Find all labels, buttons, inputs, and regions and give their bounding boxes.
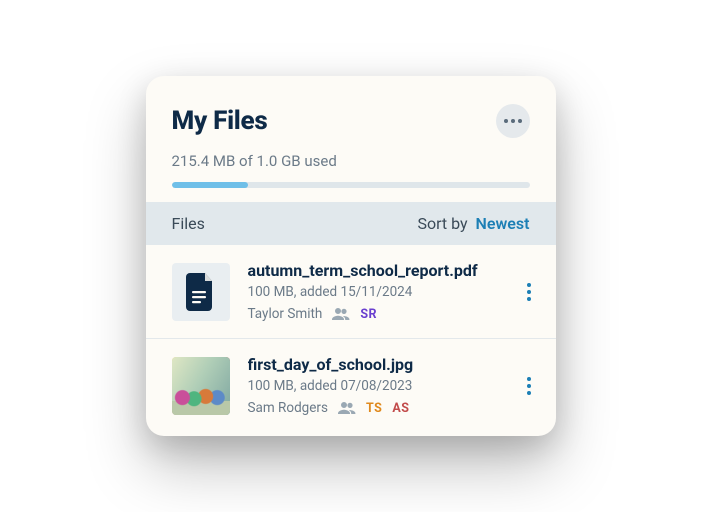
file-row[interactable]: first_day_of_school.jpg 100 MB, added 07… <box>146 339 556 432</box>
file-people: Sam Rodgers TS AS <box>248 400 504 416</box>
file-actions-button[interactable] <box>522 370 536 402</box>
file-info: autumn_term_school_report.pdf 100 MB, ad… <box>248 261 504 322</box>
files-label: Files <box>172 214 205 233</box>
kebab-icon <box>526 376 532 396</box>
file-meta: 100 MB, added 15/11/2024 <box>248 284 504 300</box>
ellipsis-icon <box>504 119 522 123</box>
file-thumbnail-doc <box>172 263 230 321</box>
shared-icon <box>338 402 356 414</box>
shared-initials: SR <box>360 307 377 322</box>
storage-progress-fill <box>172 182 249 188</box>
file-actions-button[interactable] <box>522 276 536 308</box>
sort-value[interactable]: Newest <box>476 214 530 233</box>
page-title: My Files <box>172 106 268 136</box>
files-card: My Files 215.4 MB of 1.0 GB used Files S… <box>146 76 556 436</box>
shared-initials: AS <box>392 401 409 416</box>
title-row: My Files <box>172 104 530 138</box>
storage-progress-bar <box>172 182 530 188</box>
file-name: autumn_term_school_report.pdf <box>248 261 504 280</box>
file-row[interactable]: autumn_term_school_report.pdf 100 MB, ad… <box>146 245 556 339</box>
file-owner: Sam Rodgers <box>248 400 328 416</box>
file-name: first_day_of_school.jpg <box>248 355 504 374</box>
card-header: My Files 215.4 MB of 1.0 GB used <box>146 76 556 202</box>
document-icon <box>186 273 216 311</box>
more-options-button[interactable] <box>496 104 530 138</box>
kebab-icon <box>526 282 532 302</box>
file-owner: Taylor Smith <box>248 306 323 322</box>
list-subheader: Files Sort by Newest <box>146 202 556 245</box>
shared-initials: TS <box>366 401 382 416</box>
file-people: Taylor Smith SR <box>248 306 504 322</box>
file-meta: 100 MB, added 07/08/2023 <box>248 378 504 394</box>
sort-label: Sort by <box>417 214 467 233</box>
storage-usage-text: 215.4 MB of 1.0 GB used <box>172 152 530 170</box>
sort-group: Sort by Newest <box>417 214 529 233</box>
shared-icon <box>332 308 350 320</box>
file-thumbnail-photo <box>172 357 230 415</box>
file-info: first_day_of_school.jpg 100 MB, added 07… <box>248 355 504 416</box>
